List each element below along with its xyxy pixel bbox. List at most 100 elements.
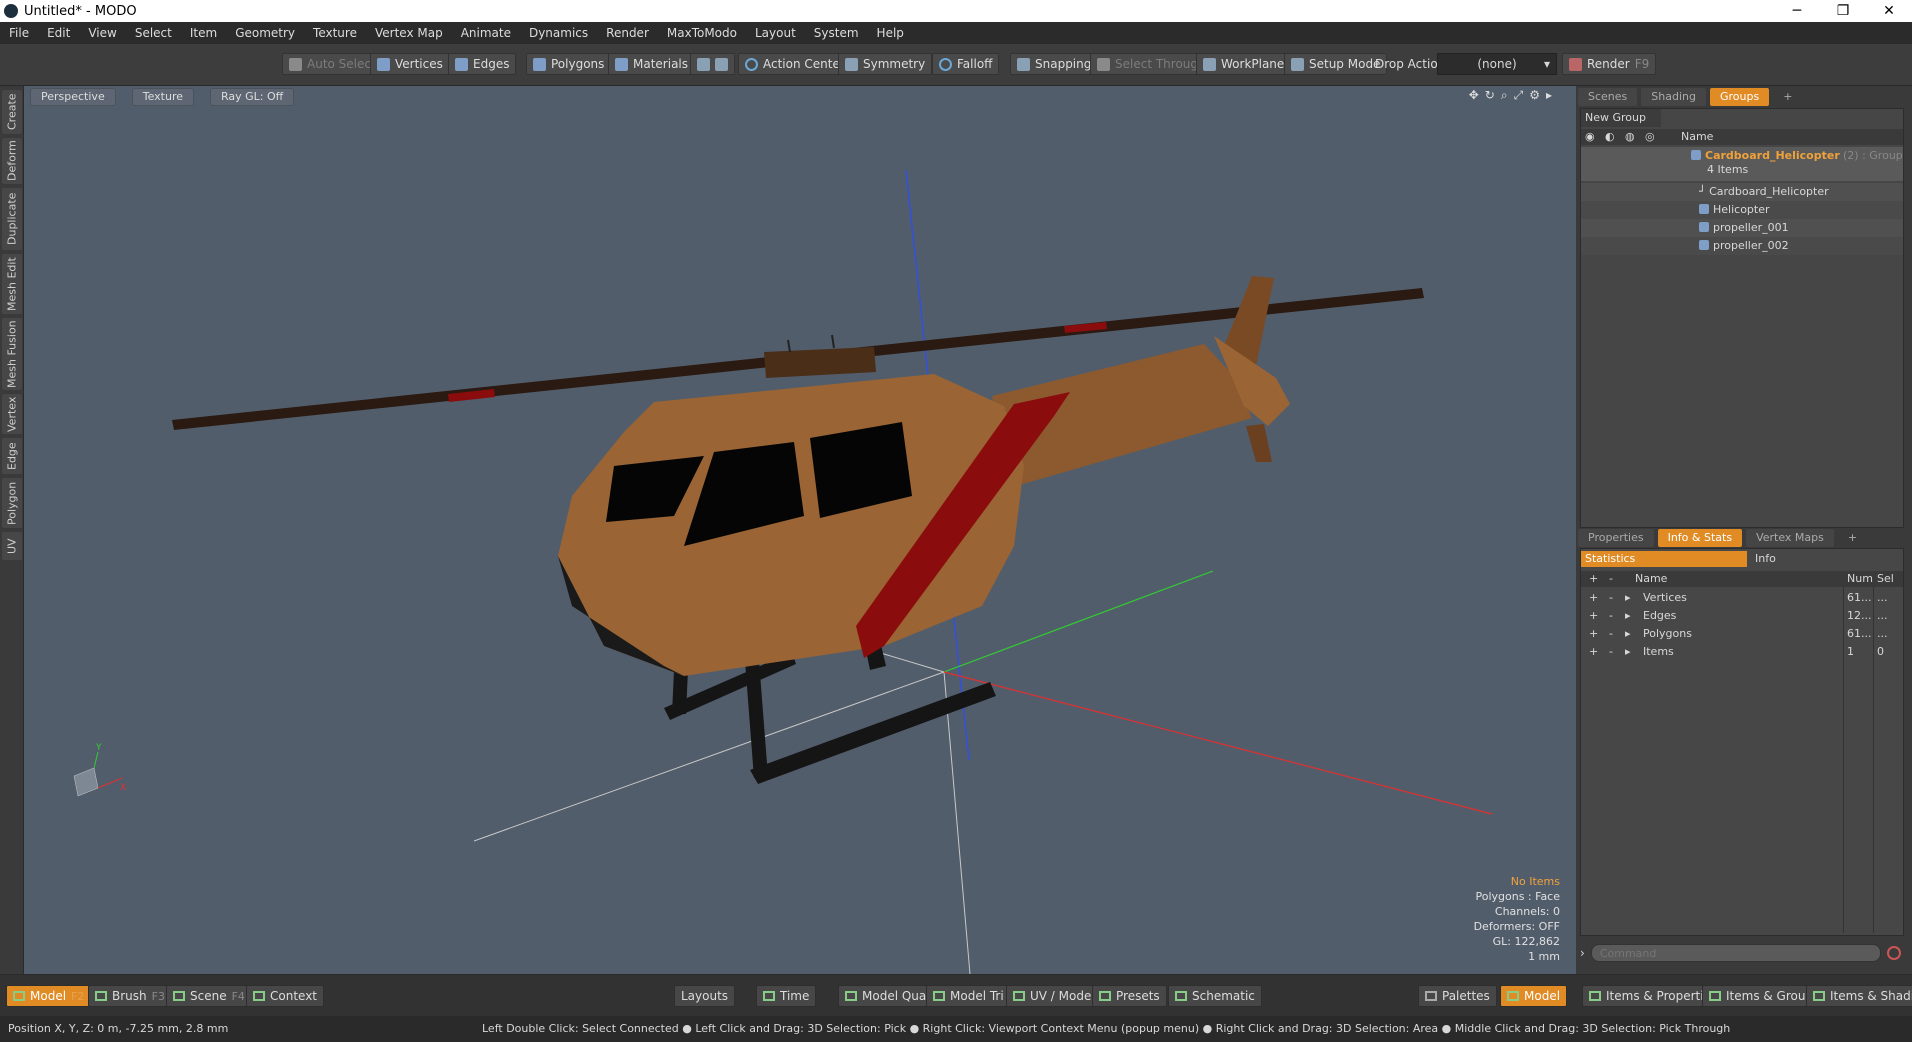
table-row[interactable]: + - ▸ Items 1 0: [1581, 643, 1903, 661]
tab-info-stats[interactable]: Info & Stats: [1657, 529, 1743, 547]
tab-polygon[interactable]: Polygon: [2, 478, 22, 528]
info-tab[interactable]: Info: [1751, 551, 1901, 567]
select-mode-button[interactable]: [690, 53, 735, 75]
items-shading-button[interactable]: Items & Shading: [1806, 985, 1912, 1007]
list-item[interactable]: propeller_001: [1581, 219, 1903, 237]
table-row[interactable]: + - ▸ Vertices 61......: [1581, 589, 1903, 607]
viewport-settings-icon[interactable]: ⚙: [1529, 88, 1540, 103]
remove-icon[interactable]: -: [1609, 607, 1613, 625]
uv-model-button[interactable]: UV / Model: [1006, 985, 1102, 1007]
drop-action-select[interactable]: (none) ▾: [1437, 53, 1557, 75]
menu-help[interactable]: Help: [868, 26, 913, 40]
menu-vertex-map[interactable]: Vertex Map: [366, 26, 452, 40]
tab-mesh-edit[interactable]: Mesh Edit: [2, 254, 22, 314]
menu-file[interactable]: File: [0, 26, 38, 40]
tab-mesh-fusion[interactable]: Mesh Fusion: [2, 318, 22, 390]
model-tab-button[interactable]: Model: [1500, 985, 1568, 1007]
layouts-button[interactable]: Layouts: [674, 985, 736, 1007]
falloff-button[interactable]: Falloff: [932, 53, 1000, 75]
remove-icon[interactable]: -: [1609, 643, 1613, 661]
tab-duplicate[interactable]: Duplicate: [2, 188, 22, 250]
fit-view-icon[interactable]: ⤢: [1514, 88, 1524, 103]
select-col-icon[interactable]: ◎: [1645, 129, 1655, 145]
viewport-raygl-button[interactable]: Ray GL: Off: [210, 88, 295, 106]
close-button[interactable]: ✕: [1866, 3, 1912, 19]
tab-vertex[interactable]: Vertex: [2, 394, 22, 434]
command-input[interactable]: [1590, 944, 1881, 962]
brush-layout-button[interactable]: Brush F3: [88, 985, 172, 1007]
menu-texture[interactable]: Texture: [304, 26, 366, 40]
time-layout-button[interactable]: Time: [756, 985, 817, 1007]
list-item[interactable]: propeller_002: [1581, 237, 1903, 255]
expand-arrow-icon[interactable]: ▸: [1625, 643, 1631, 661]
workplane-button[interactable]: WorkPlane: [1196, 53, 1292, 75]
viewport-view-button[interactable]: Perspective: [30, 88, 116, 106]
select-through-button[interactable]: Select Through: [1090, 53, 1213, 75]
polygons-button[interactable]: Polygons: [526, 53, 612, 75]
model-layout-button[interactable]: Model F2: [6, 985, 92, 1007]
list-item[interactable]: ┘ Cardboard_Helicopter: [1581, 183, 1903, 201]
visibility-col-icon[interactable]: ◉: [1585, 129, 1595, 145]
materials-button[interactable]: Materials: [608, 53, 696, 75]
maximize-button[interactable]: ❐: [1820, 3, 1866, 19]
tab-deform[interactable]: Deform: [2, 138, 22, 184]
menu-dynamics[interactable]: Dynamics: [520, 26, 597, 40]
menu-layout[interactable]: Layout: [746, 26, 805, 40]
menu-maxtomodo[interactable]: MaxToModo: [658, 26, 746, 40]
menu-animate[interactable]: Animate: [452, 26, 520, 40]
menu-geometry[interactable]: Geometry: [226, 26, 304, 40]
zoom-view-icon[interactable]: ⌕: [1501, 88, 1508, 103]
remove-all-icon[interactable]: -: [1609, 571, 1613, 587]
viewport-shading-button[interactable]: Texture: [131, 88, 194, 106]
add-tab-icon[interactable]: +: [1773, 88, 1802, 106]
palettes-button[interactable]: Palettes: [1418, 985, 1497, 1007]
minimize-button[interactable]: ─: [1774, 3, 1820, 19]
viewport-expand-icon[interactable]: ▸: [1546, 88, 1552, 103]
tab-shading[interactable]: Shading: [1641, 88, 1706, 106]
menu-system[interactable]: System: [805, 26, 868, 40]
menu-render[interactable]: Render: [597, 26, 658, 40]
menu-view[interactable]: View: [79, 26, 125, 40]
record-icon[interactable]: [1886, 946, 1901, 960]
tab-properties[interactable]: Properties: [1578, 529, 1654, 547]
tab-vertex-maps[interactable]: Vertex Maps: [1746, 529, 1834, 547]
list-item[interactable]: Helicopter: [1581, 201, 1903, 219]
symmetry-button[interactable]: Symmetry: [838, 53, 933, 75]
lock-col-icon[interactable]: ◍: [1625, 129, 1635, 145]
expand-arrow-icon[interactable]: ▸: [1625, 625, 1631, 643]
group-row[interactable]: Cardboard_Helicopter (2) : Group 4 Items: [1581, 147, 1903, 181]
render-col-icon[interactable]: ◐: [1605, 129, 1615, 145]
add-icon[interactable]: +: [1589, 625, 1598, 643]
scene-layout-button[interactable]: Scene F4: [166, 985, 252, 1007]
remove-icon[interactable]: -: [1609, 589, 1613, 607]
action-center-button[interactable]: Action Center: [738, 53, 852, 75]
expand-arrow-icon[interactable]: ▸: [1625, 607, 1631, 625]
statistics-tab[interactable]: Statistics: [1581, 551, 1747, 567]
presets-button[interactable]: Presets: [1092, 985, 1167, 1007]
add-all-icon[interactable]: +: [1589, 571, 1598, 587]
add-icon[interactable]: +: [1589, 643, 1598, 661]
context-layout-button[interactable]: Context: [246, 985, 325, 1007]
tab-uv[interactable]: UV: [2, 532, 22, 560]
table-row[interactable]: + - ▸ Edges 12......: [1581, 607, 1903, 625]
tab-edge[interactable]: Edge: [2, 438, 22, 474]
menu-edit[interactable]: Edit: [38, 26, 79, 40]
table-row[interactable]: + - ▸ Polygons 61......: [1581, 625, 1903, 643]
model-tri-button[interactable]: Model Tri: [926, 985, 1011, 1007]
snapping-button[interactable]: Snapping: [1010, 53, 1099, 75]
move-view-icon[interactable]: ✥: [1469, 88, 1479, 103]
vertices-button[interactable]: Vertices: [370, 53, 450, 75]
edges-button[interactable]: Edges: [448, 53, 517, 75]
menu-select[interactable]: Select: [126, 26, 181, 40]
add-icon[interactable]: +: [1589, 589, 1598, 607]
add-icon[interactable]: +: [1589, 607, 1598, 625]
tab-groups[interactable]: Groups: [1709, 88, 1770, 106]
remove-icon[interactable]: -: [1609, 625, 1613, 643]
tab-create[interactable]: Create: [2, 90, 22, 134]
menu-item[interactable]: Item: [181, 26, 226, 40]
render-button[interactable]: Render F9: [1562, 53, 1657, 75]
rotate-view-icon[interactable]: ↻: [1485, 88, 1495, 103]
schematic-button[interactable]: Schematic: [1168, 985, 1262, 1007]
3d-viewport[interactable]: Y X Perspective Texture Ray GL: Off ✥ ↻ …: [24, 86, 1576, 974]
auto-select-button[interactable]: Auto Select: [282, 53, 383, 75]
